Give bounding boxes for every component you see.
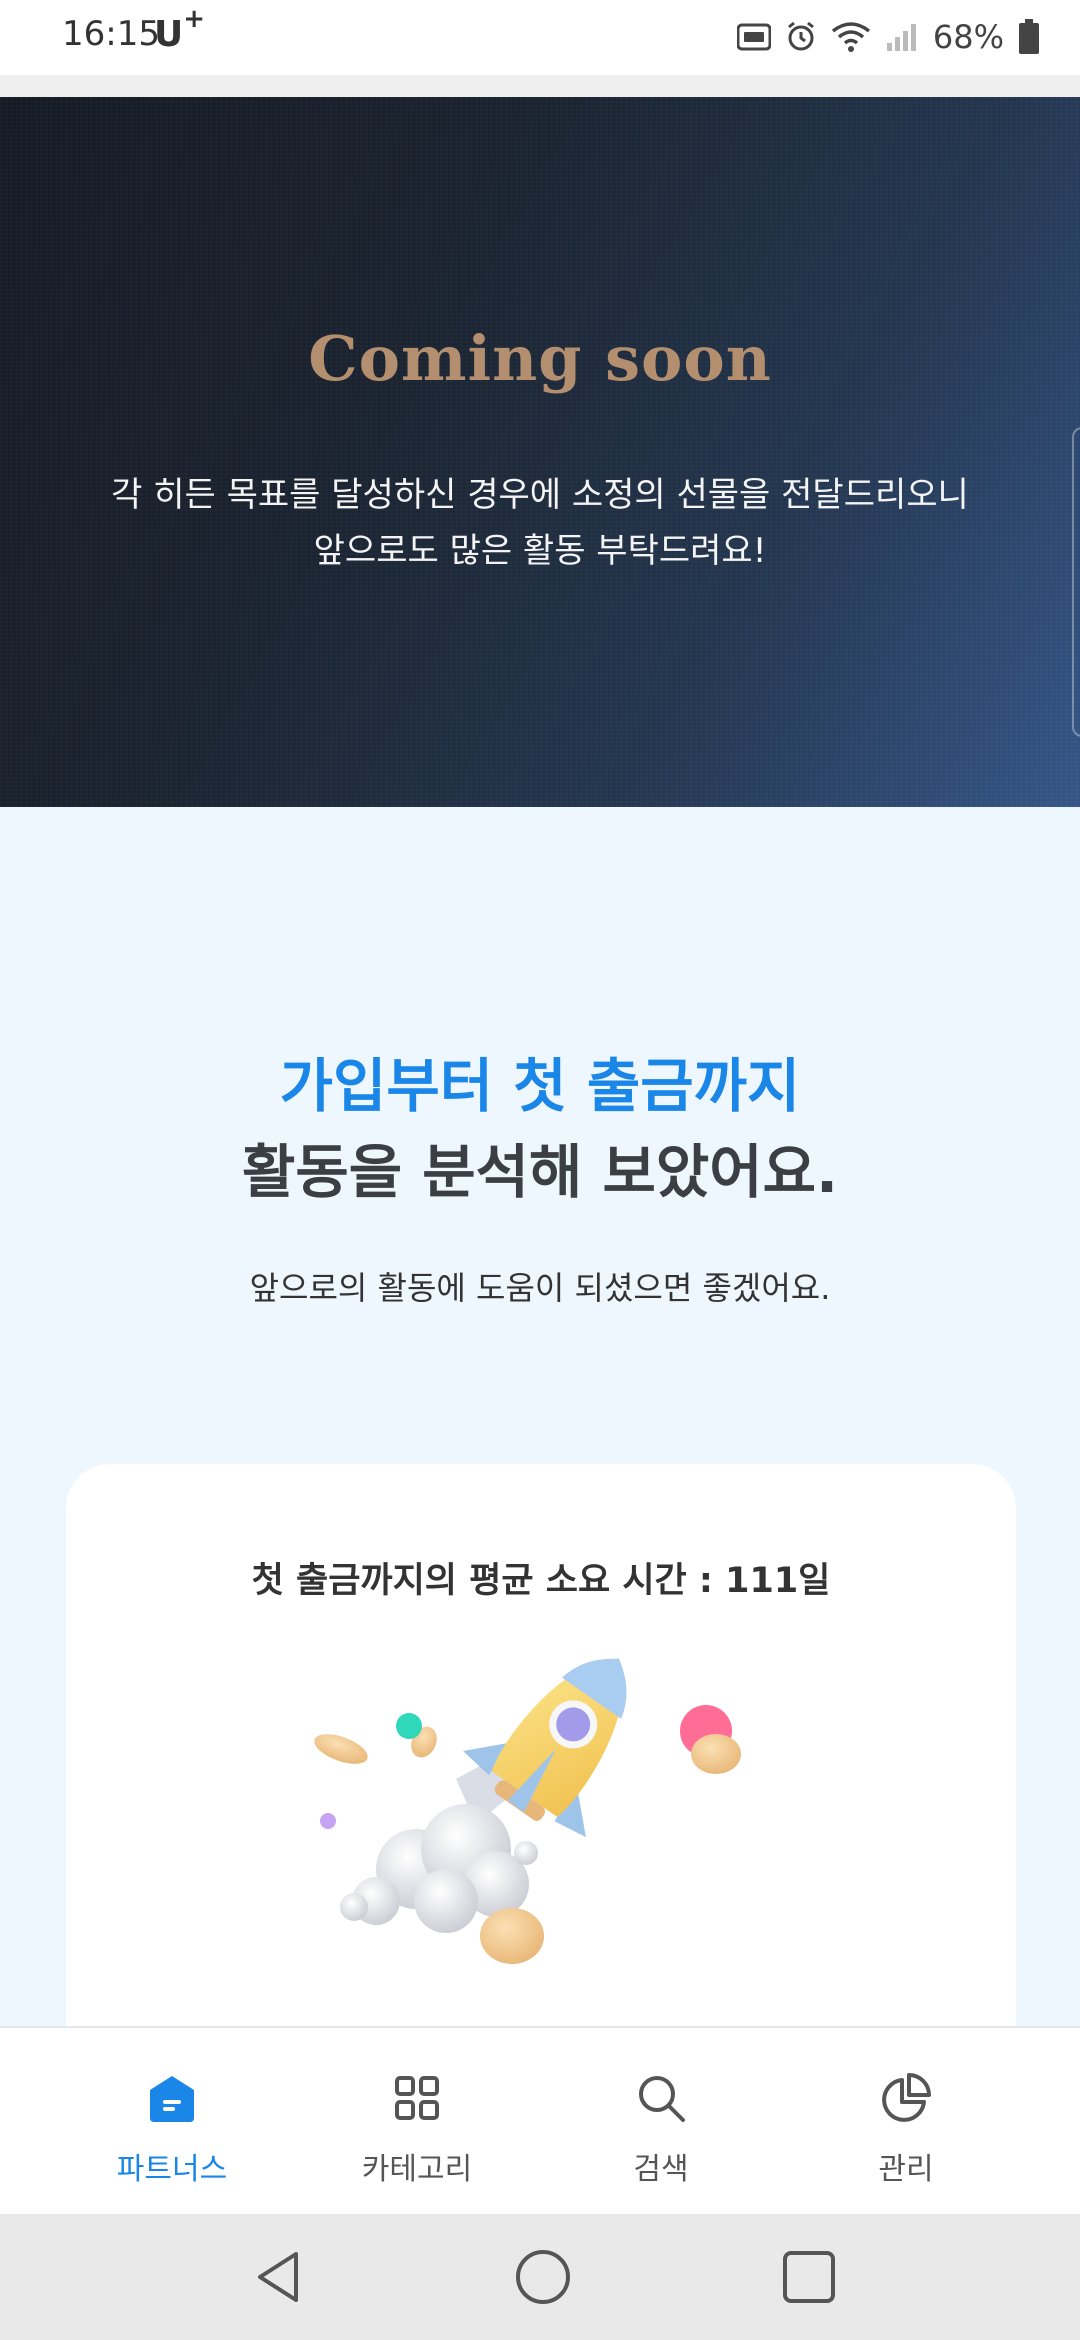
nav-label-category: 카테고리: [361, 2152, 473, 2187]
nfc-icon: [736, 23, 771, 51]
banner-description: 각 히든 목표를 달성하신 경우에 소정의 선물을 전달드리오니 앞으로도 많은…: [0, 467, 1080, 579]
nav-item-category[interactable]: 카테고리: [297, 2028, 537, 2216]
banner-text-line-1: 각 히든 목표를 달성하신 경우에 소정의 선물을 전달드리오니: [111, 475, 969, 515]
grid-icon: [395, 2076, 439, 2120]
battery-percent: 68%: [932, 18, 1004, 56]
nav-label-manage: 관리: [878, 2152, 934, 2187]
search-icon: [639, 2076, 685, 2122]
section-title-highlight: 가입부터 첫 출금까지: [279, 1052, 801, 1120]
banner-texture: [0, 97, 1080, 807]
home-icon: [150, 2076, 194, 2122]
bottom-navigation: 파트너스 카테고리 검색 관리: [0, 2026, 1080, 2214]
signal-icon: [886, 24, 916, 51]
carrier-label: U+: [154, 4, 205, 55]
section-title: 활동을 분석해 보았어요.: [241, 1138, 839, 1206]
section-subtitle: 앞으로의 활동에 도움이 되셨으면 좋겠어요.: [249, 1269, 831, 1307]
alarm-icon: [787, 21, 814, 51]
coming-soon-banner: Coming soon 각 히든 목표를 달성하신 경우에 소정의 선물을 전달…: [0, 97, 1080, 807]
edge-panel-handle[interactable]: [1072, 427, 1080, 737]
wifi-icon: [831, 22, 870, 52]
average-time-title: 첫 출금까지의 평균 소요 시간 : 111일: [251, 1561, 831, 1601]
pie-chart-icon: [882, 2073, 931, 2122]
status-time: 16:15: [62, 14, 160, 54]
carrier-name: U: [154, 14, 184, 55]
carrier-plus: +: [183, 4, 206, 34]
home-circle-icon[interactable]: [510, 2244, 576, 2310]
system-navigation-bar: [0, 2214, 1080, 2340]
top-divider: [0, 75, 1080, 97]
nav-item-search[interactable]: 검색: [541, 2028, 781, 2216]
status-icons: 68%: [736, 16, 1040, 58]
nav-label-partners: 파트너스: [116, 2152, 228, 2187]
status-bar: 16:15 U+ 68%: [0, 0, 1080, 75]
nav-item-manage[interactable]: 관리: [786, 2028, 1026, 2216]
average-time-card: 첫 출금까지의 평균 소요 시간 : 111일: [66, 1464, 1016, 2084]
banner-text-line-2: 앞으로도 많은 활동 부탁드려요!: [313, 531, 767, 571]
battery-icon: [1019, 19, 1039, 54]
coming-soon-title: Coming soon: [308, 322, 772, 395]
back-icon[interactable]: [246, 2244, 312, 2310]
activity-analysis-section: 가입부터 첫 출금까지 활동을 분석해 보았어요. 앞으로의 활동에 도움이 되…: [0, 807, 1080, 2084]
nav-item-partners[interactable]: 파트너스: [52, 2028, 292, 2216]
rocket-illustration: [314, 1658, 741, 1964]
recents-icon[interactable]: [776, 2244, 842, 2310]
nav-label-search: 검색: [633, 2152, 689, 2187]
